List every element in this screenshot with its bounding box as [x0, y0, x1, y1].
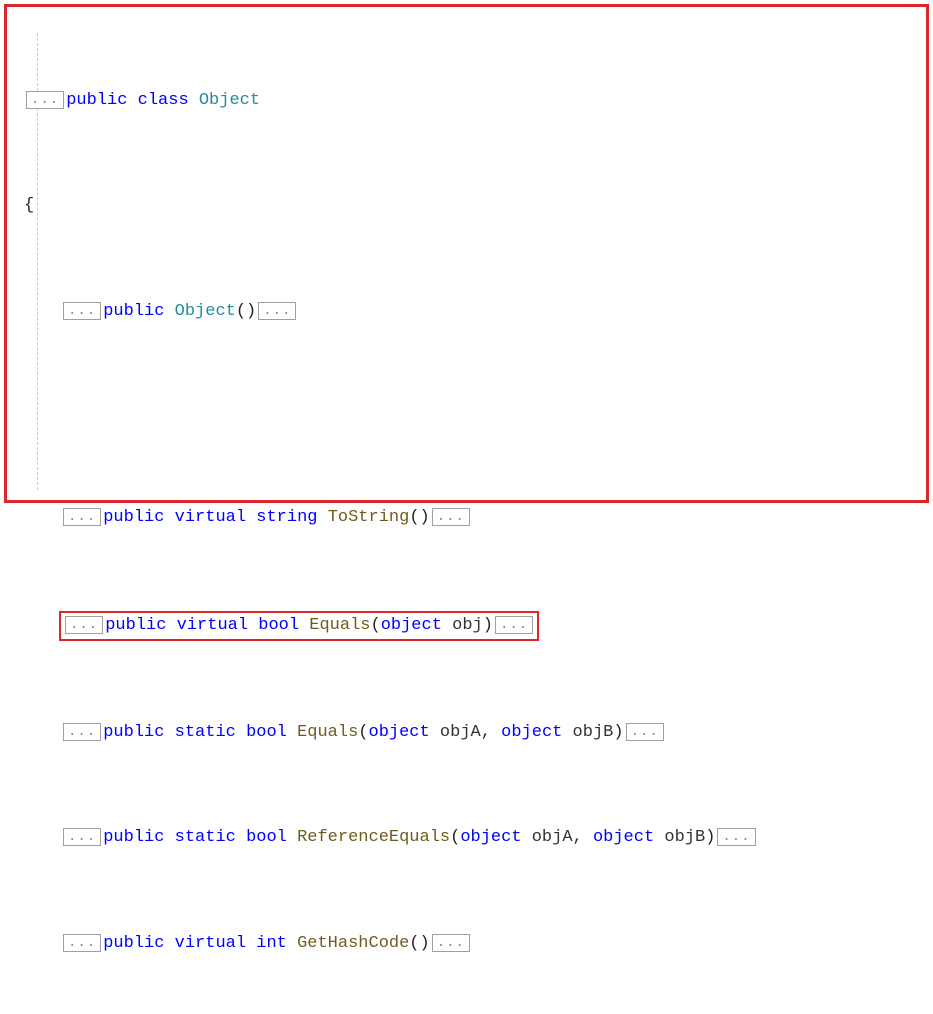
fold-icon[interactable]: ... [626, 723, 664, 741]
line-equals-static: ...public static bool Equals(object objA… [11, 720, 922, 746]
line-gethashcode: ...public virtual int GetHashCode()... [11, 931, 922, 957]
fold-icon[interactable]: ... [63, 934, 101, 952]
fold-icon[interactable]: ... [63, 828, 101, 846]
fold-icon[interactable]: ... [258, 302, 296, 320]
line-tostring: ...public virtual string ToString()... [11, 505, 922, 531]
line-class-decl: ...public class Object [11, 88, 922, 114]
highlight-box: ...public virtual bool Equals(object obj… [59, 611, 539, 641]
fold-icon[interactable]: ... [717, 828, 755, 846]
line-equals-highlighted: ...public virtual bool Equals(object obj… [11, 611, 922, 641]
fold-icon[interactable]: ... [495, 616, 533, 634]
brace-open: { [11, 193, 922, 219]
code-block: ...public class Object { ...public Objec… [11, 9, 922, 1014]
fold-icon[interactable]: ... [63, 723, 101, 741]
fold-icon[interactable]: ... [432, 508, 470, 526]
line-ctor: ...public Object()... [11, 299, 922, 325]
fold-icon[interactable]: ... [63, 508, 101, 526]
code-viewer-frame: ...public class Object { ...public Objec… [4, 4, 929, 503]
fold-icon[interactable]: ... [65, 616, 103, 634]
fold-icon[interactable]: ... [432, 934, 470, 952]
fold-icon[interactable]: ... [26, 91, 64, 109]
fold-icon[interactable]: ... [63, 302, 101, 320]
line-refequals: ...public static bool ReferenceEquals(ob… [11, 825, 922, 851]
